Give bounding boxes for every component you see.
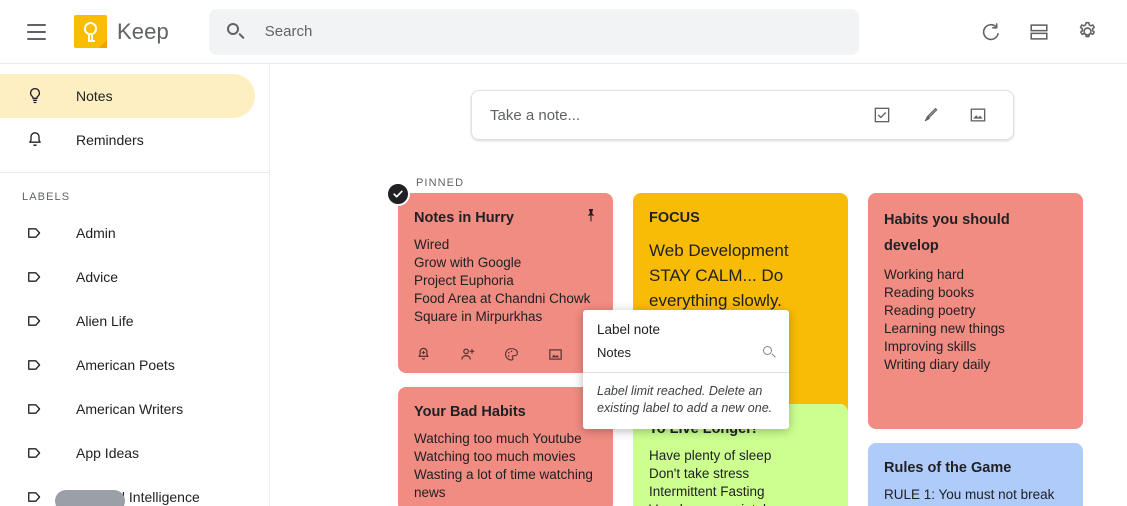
notes-main-area: Take a note... PINNED Notes in Hurry Wir… <box>270 64 1127 506</box>
sidebar-item-label: App Ideas <box>76 445 140 461</box>
bell-plus-icon <box>418 347 428 360</box>
note-card-habits-you-should-develop[interactable]: Habits you should develop Working hard R… <box>868 193 1083 429</box>
search-input[interactable]: Search <box>208 8 859 55</box>
tag-icon <box>22 443 48 463</box>
sidebar-item-app-ideas[interactable]: App Ideas <box>0 431 255 475</box>
palette-icon <box>504 347 518 361</box>
take-a-note-actions <box>869 102 991 128</box>
take-a-note-bar[interactable]: Take a note... <box>471 90 1014 140</box>
lightbulb-icon <box>22 86 48 106</box>
sidebar-item-notes[interactable]: Notes <box>0 74 255 118</box>
list-view-icon <box>1030 23 1048 40</box>
list-view-button[interactable] <box>1017 10 1061 54</box>
reminder-button[interactable] <box>412 343 434 365</box>
label-note-popup[interactable]: Label note Notes Label limit reached. De… <box>583 310 789 429</box>
new-list-button[interactable] <box>869 102 895 128</box>
label-limit-message: Label limit reached. Delete an existing … <box>597 384 773 415</box>
pinned-section-label: PINNED <box>416 177 465 189</box>
refresh-button[interactable] <box>969 10 1013 54</box>
top-app-bar: Keep Search <box>0 0 1127 64</box>
sidebar-item-label: Reminders <box>76 132 144 148</box>
topbar-actions <box>969 10 1109 54</box>
image-icon <box>970 108 986 122</box>
sidebar-item-label: American Writers <box>76 401 184 417</box>
search-icon <box>225 21 247 43</box>
tag-icon <box>22 487 48 506</box>
sidebar-item-advice[interactable]: Advice <box>0 255 255 299</box>
note-card-rules-of-the-game[interactable]: Rules of the Game RULE 1: You must not b… <box>868 443 1083 506</box>
note-title: FOCUS <box>649 210 700 226</box>
sidebar-item-label: Alien Life <box>76 313 134 329</box>
note-body: Wired Grow with Google Project Euphoria … <box>414 237 591 324</box>
tag-icon <box>22 267 48 287</box>
new-drawing-button[interactable] <box>917 102 943 128</box>
tag-icon <box>22 399 48 419</box>
sidebar-item-artificial-intelligence[interactable]: Artificial Intelligence <box>0 475 255 506</box>
sidebar-item-label: Notes <box>76 88 113 104</box>
image-icon <box>548 348 562 360</box>
sidebar: Notes Reminders LABELS Admin Advice Alie… <box>0 64 270 506</box>
note-body: Have plenty of sleep Don't take stress I… <box>649 448 777 506</box>
pin-icon[interactable] <box>583 207 599 228</box>
hamburger-menu-icon[interactable] <box>12 8 60 56</box>
note-title: Rules of the Game <box>884 460 1012 476</box>
add-image-button[interactable] <box>544 343 566 365</box>
note-body: RULE 1: You must not break <box>884 487 1055 502</box>
labels-section-header: LABELS <box>22 191 71 203</box>
gear-icon <box>1079 21 1095 38</box>
note-selected-check-circle-icon[interactable] <box>386 182 410 206</box>
app-brand[interactable]: Keep <box>74 15 169 48</box>
note-card-your-bad-habits[interactable]: Your Bad Habits Watching too much Youtub… <box>398 387 613 506</box>
search-placeholder: Search <box>264 23 313 40</box>
label-popup-value: Notes <box>597 345 631 360</box>
note-card-notes-in-hurry[interactable]: Notes in Hurry Wired Grow with Google Pr… <box>398 193 613 373</box>
sidebar-item-label: American Poets <box>76 357 175 373</box>
bell-icon <box>22 130 48 150</box>
search-icon <box>763 345 777 360</box>
background-options-button[interactable] <box>500 343 522 365</box>
note-body: Web Development STAY CALM... Do everythi… <box>649 241 789 310</box>
refresh-icon <box>982 22 999 40</box>
new-image-note-button[interactable] <box>965 102 991 128</box>
settings-button[interactable] <box>1065 10 1109 54</box>
collaborator-button[interactable] <box>456 343 478 365</box>
sidebar-item-label: Admin <box>76 225 116 241</box>
sidebar-scrollbar-thumb[interactable] <box>55 490 125 506</box>
note-body: Working hard Reading books Reading poetr… <box>884 267 1005 372</box>
lightbulb-icon <box>74 15 107 48</box>
sidebar-item-reminders[interactable]: Reminders <box>0 118 255 162</box>
note-body: Watching too much Youtube Watching too m… <box>414 431 593 500</box>
sidebar-item-american-writers[interactable]: American Writers <box>0 387 255 431</box>
sidebar-item-admin[interactable]: Admin <box>0 211 255 255</box>
sidebar-item-american-poets[interactable]: American Poets <box>0 343 255 387</box>
tag-icon <box>22 223 48 243</box>
tag-icon <box>22 355 48 375</box>
label-popup-title: Label note <box>597 322 661 337</box>
brush-icon <box>924 108 938 122</box>
tag-icon <box>22 311 48 331</box>
note-title: Your Bad Habits <box>414 404 526 420</box>
app-title: Keep <box>117 18 169 44</box>
take-a-note-placeholder: Take a note... <box>490 106 581 124</box>
note-toolbar <box>412 343 610 365</box>
person-add-icon <box>460 348 474 360</box>
note-title: Notes in Hurry <box>414 210 514 226</box>
sidebar-item-alien-life[interactable]: Alien Life <box>0 299 255 343</box>
note-title: Habits you should develop <box>884 212 1010 254</box>
checkbox-icon <box>874 107 890 123</box>
sidebar-item-label: Advice <box>76 269 119 285</box>
label-popup-search-row[interactable]: Notes <box>583 341 789 373</box>
